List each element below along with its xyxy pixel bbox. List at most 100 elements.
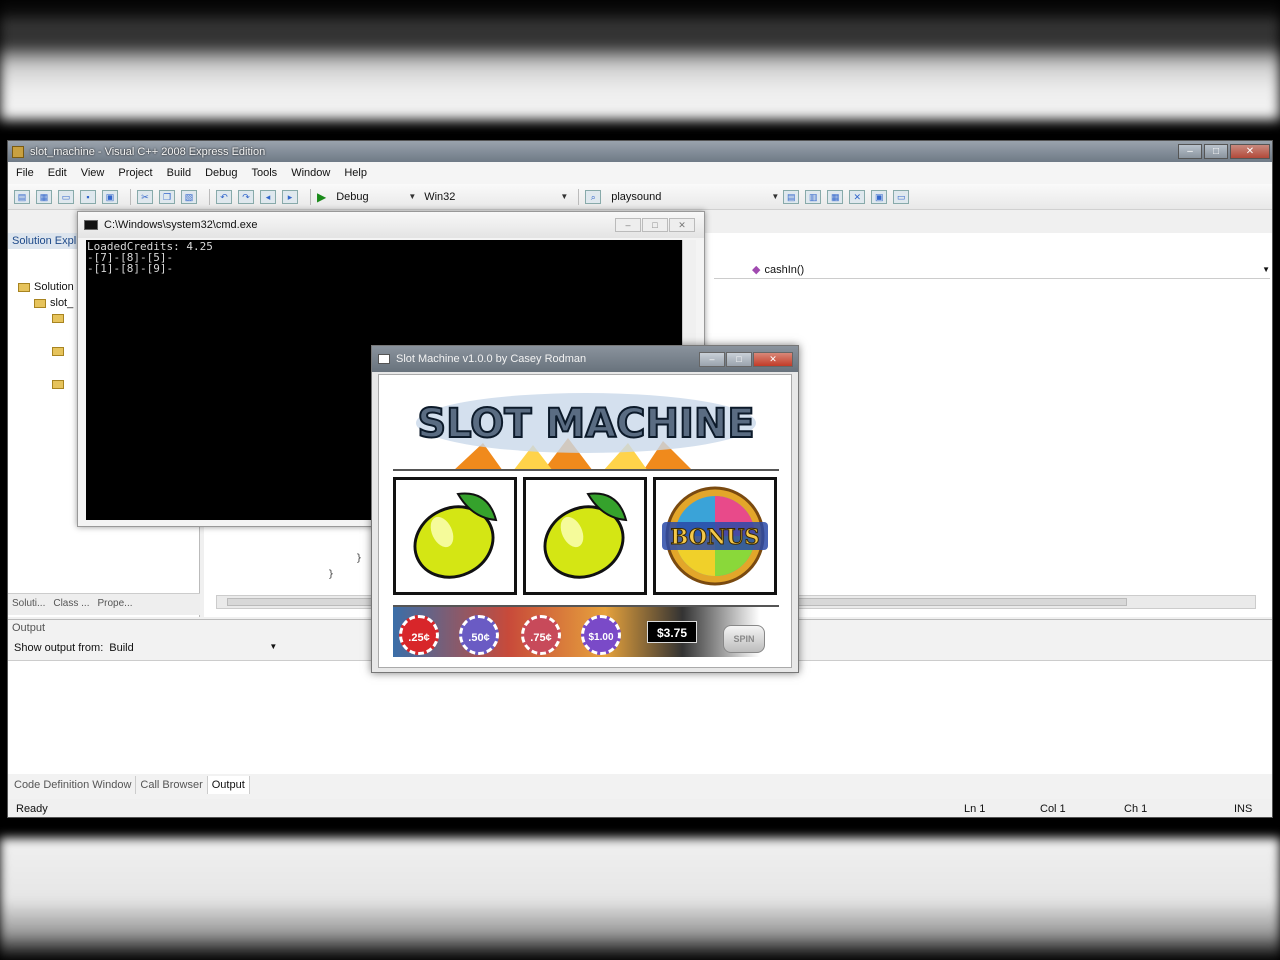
cmd-titlebar: C:\Windows\system32\cmd.exe – □ ✕ [78, 212, 704, 238]
navigate-back-icon[interactable]: ◂ [260, 189, 276, 204]
save-icon[interactable]: ▪ [80, 189, 96, 204]
slot-titlebar: Slot Machine v1.0.0 by Casey Rodman – □ … [372, 346, 798, 372]
output-title: Output [12, 622, 46, 634]
platform-combo[interactable]: Win32 ▼ [420, 191, 572, 203]
tree-project[interactable]: slot_ [34, 297, 73, 309]
tree-folder-resource-files[interactable] [52, 347, 68, 356]
chip-75-cents[interactable]: .75¢ [521, 615, 561, 655]
folder-icon [52, 314, 64, 323]
left-panel-tabs: Soluti... Class ... Prope... [8, 593, 200, 615]
visual-studio-icon [12, 145, 24, 158]
chip-1-dollar[interactable]: $1.00 [581, 615, 621, 655]
open-folder-icon[interactable]: ▭ [58, 189, 74, 204]
status-column: Col 1 [1040, 803, 1066, 815]
slot-title: Slot Machine v1.0.0 by Casey Rodman [396, 353, 587, 365]
menu-edit[interactable]: Edit [48, 167, 67, 179]
solution-explorer-icon[interactable]: ▤ [783, 189, 800, 204]
bet-chips-bar: .25¢ .50¢ .75¢ $1.00 $3.75 SPIN [393, 605, 779, 657]
chip-25-cents[interactable]: .25¢ [399, 615, 439, 655]
new-project-icon[interactable]: ▤ [14, 189, 30, 204]
menu-build[interactable]: Build [167, 167, 191, 179]
copy-icon[interactable]: ❐ [159, 189, 175, 204]
start-debugging-icon[interactable]: ▶ [317, 190, 326, 204]
redo-icon[interactable]: ↷ [238, 189, 254, 204]
chip-50-cents[interactable]: .50¢ [459, 615, 499, 655]
restore-button[interactable]: □ [1204, 144, 1228, 159]
lemon-icon [543, 492, 628, 579]
bonus-wheel-icon: BONUS [662, 486, 768, 586]
tab-class-view[interactable]: Class ... [49, 594, 93, 615]
menu-project[interactable]: Project [118, 167, 152, 179]
tab-solution-explorer[interactable]: Soluti... [8, 594, 49, 615]
tab-property-manager[interactable]: Prope... [93, 594, 136, 615]
start-page-icon[interactable]: ▣ [871, 189, 888, 204]
tab-call-browser[interactable]: Call Browser [136, 776, 208, 794]
output-tabs: Code Definition Window Call Browser Outp… [10, 776, 250, 794]
status-ready: Ready [16, 803, 48, 815]
undo-icon[interactable]: ↶ [216, 189, 232, 204]
standard-toolbar: ▤ ▦ ▭ ▪ ▣ ✂ ❐ ▧ ↶ ↷ ◂ ▸ ▶ Debug ▼ Win32 ▼ … [8, 184, 1272, 210]
find-in-files-icon[interactable]: ⌕ [585, 189, 602, 204]
slot-minimize-button[interactable]: – [699, 351, 725, 367]
output-text-area[interactable] [8, 660, 1272, 774]
bonus-text: BONUS [670, 524, 759, 549]
reel-1 [393, 477, 517, 595]
console-line: LoadedCredits: 4.25 [87, 240, 213, 253]
tree-folder-header-files[interactable] [52, 314, 68, 323]
ide-titlebar: slot_machine - Visual C++ 2008 Express E… [8, 141, 1272, 162]
output-source-combo[interactable]: Build ▼ [109, 642, 277, 654]
tab-code-definition-window[interactable]: Code Definition Window [10, 776, 137, 794]
solution-icon [18, 282, 30, 292]
lemon-icon [413, 492, 498, 579]
menu-view[interactable]: View [81, 167, 105, 179]
navigate-forward-icon[interactable]: ▸ [282, 189, 298, 204]
configuration-combo[interactable]: Debug ▼ [332, 191, 420, 203]
menu-tools[interactable]: Tools [252, 167, 278, 179]
slot-machine-window: Slot Machine v1.0.0 by Casey Rodman – □ … [371, 345, 799, 673]
reel-2 [523, 477, 647, 595]
menu-debug[interactable]: Debug [205, 167, 237, 179]
credit-balance: $3.75 [647, 621, 697, 643]
status-insert-mode: INS [1234, 803, 1253, 815]
slot-close-button[interactable]: ✕ [753, 351, 793, 367]
slot-machine-logo: SLOT MACHINE [416, 393, 756, 471]
class-view-icon[interactable]: ▦ [827, 189, 844, 204]
show-output-from: Show output from: Build ▼ [14, 642, 278, 654]
spin-button[interactable]: SPIN [723, 625, 765, 653]
tools-icon[interactable]: ✕ [849, 189, 866, 204]
member-combo[interactable]: ◆ cashIn() ▼ [714, 261, 1270, 279]
menu-help[interactable]: Help [344, 167, 367, 179]
properties-icon[interactable]: ▥ [805, 189, 822, 204]
console-line: -[7]-[8]-[5]- [87, 251, 174, 264]
cut-icon[interactable]: ✂ [137, 189, 153, 204]
cmd-maximize-button[interactable]: □ [642, 218, 668, 232]
project-icon [34, 298, 46, 308]
slot-maximize-button[interactable]: □ [726, 351, 752, 367]
add-item-icon[interactable]: ▦ [36, 189, 52, 204]
paste-icon[interactable]: ▧ [181, 189, 197, 204]
tab-output[interactable]: Output [207, 776, 250, 794]
tree-folder-source-files[interactable] [52, 380, 68, 389]
ide-title: slot_machine - Visual C++ 2008 Express E… [30, 145, 266, 158]
method-icon: ◆ [752, 264, 761, 276]
folder-icon [52, 380, 64, 389]
folder-icon [52, 347, 64, 356]
cmd-icon [84, 220, 98, 230]
find-combo[interactable]: playsound ▼ [607, 191, 783, 203]
code-brace: } [328, 569, 335, 580]
close-button[interactable]: ✕ [1230, 144, 1270, 159]
cmd-close-button[interactable]: ✕ [669, 218, 695, 232]
menu-file[interactable]: File [16, 167, 34, 179]
menu-bar: File Edit View Project Build Debug Tools… [8, 162, 1272, 184]
console-line: -[1]-[8]-[9]- [87, 262, 174, 275]
status-char: Ch 1 [1124, 803, 1148, 815]
reel-3: BONUS [653, 477, 777, 595]
code-brace: } [356, 553, 363, 564]
window-icon[interactable]: ▭ [893, 189, 910, 204]
cmd-minimize-button[interactable]: – [615, 218, 641, 232]
tree-solution[interactable]: Solution [18, 281, 74, 293]
save-all-icon[interactable]: ▣ [102, 189, 118, 204]
minimize-button[interactable]: – [1178, 144, 1202, 159]
logo-text: SLOT MACHINE [417, 401, 754, 447]
menu-window[interactable]: Window [291, 167, 330, 179]
